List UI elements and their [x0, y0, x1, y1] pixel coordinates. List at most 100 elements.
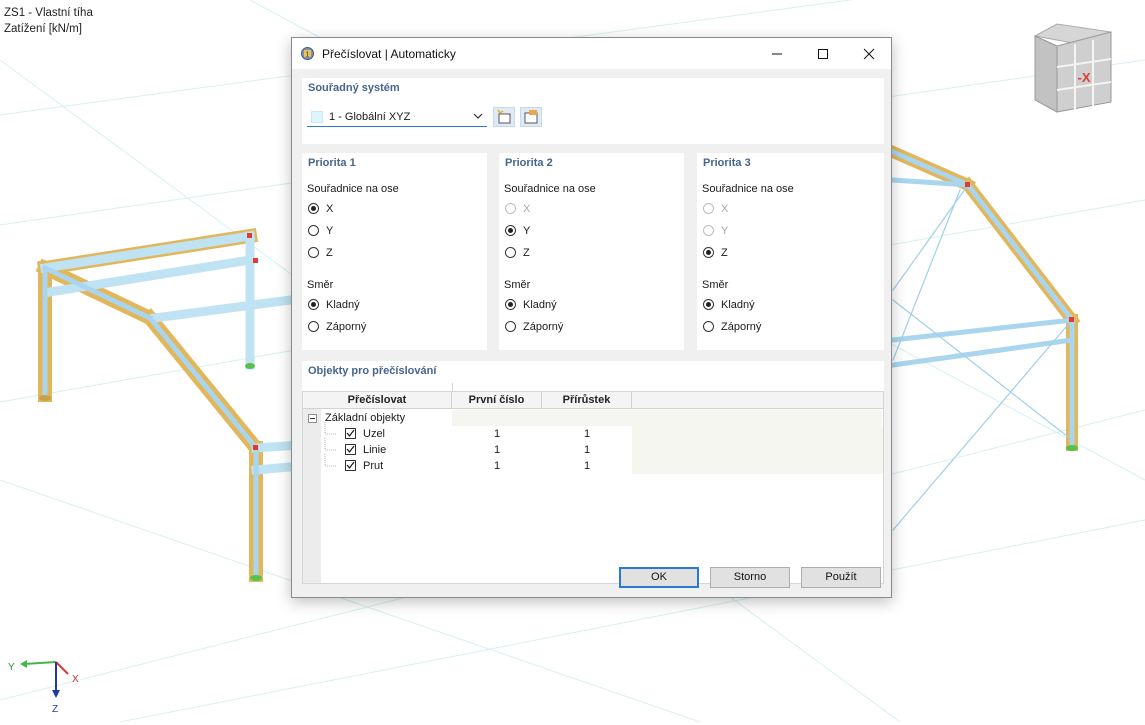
priority-2-axis-z-label: Z: [523, 247, 530, 259]
edit-coord-system-button[interactable]: [520, 107, 542, 127]
coord-system-value: 1 - Globální XYZ: [329, 111, 411, 123]
priority-3-axis-x-radio: [703, 203, 714, 214]
objects-header-strip: [302, 381, 884, 391]
axis-y-label: Y: [8, 662, 15, 673]
objects-table: Přečíslovat První číslo Přírůstek Základ…: [302, 383, 884, 584]
load-case-info: ZS1 - Vlastní tíha Zatížení [kN/m]: [4, 5, 93, 37]
maximize-button[interactable]: [800, 38, 846, 69]
objects-panel-header: Objekty pro přečíslování: [302, 361, 884, 381]
priority-1-axis-z-label: Z: [326, 247, 333, 259]
uzel-checkbox[interactable]: [345, 428, 356, 439]
priority-3-axis-label: Souřadnice na ose: [702, 183, 794, 195]
priority-1-axis-label: Souřadnice na ose: [307, 183, 399, 195]
row-name: Linie: [363, 444, 387, 456]
table-row[interactable]: Prut 1 1: [303, 454, 883, 474]
priority-3-axis-x-label: X: [721, 203, 729, 215]
close-icon: [863, 48, 875, 59]
priority-3-axis-y-radio: [703, 225, 714, 236]
priority-1-axis-x-label: X: [326, 203, 334, 215]
axis-triad: Y X Z: [0, 650, 100, 722]
priority-3-negative-radio[interactable]: [703, 321, 714, 332]
priority-2-positive-radio[interactable]: [505, 299, 516, 310]
coord-system-panel: Souřadný systém 1 - Globální XYZ: [302, 78, 884, 144]
viewcube-face-label: -X: [1078, 70, 1091, 85]
priority-3-positive-label: Kladný: [721, 299, 755, 311]
column-header-renumber[interactable]: Přečíslovat: [303, 392, 452, 409]
tree-connector: [324, 454, 337, 467]
row-increment[interactable]: 1: [542, 426, 632, 442]
priority-3-axis-z-label: Z: [721, 247, 728, 259]
priority-3-direction-label: Směr: [702, 279, 729, 291]
linie-checkbox[interactable]: [345, 444, 356, 455]
priority-1-panel: Priorita 1 Souřadnice na ose X Y Z Směr …: [302, 153, 487, 350]
priority-1-axis-y-label: Y: [326, 225, 334, 237]
dialog-titlebar[interactable]: 1 Přečíslovat | Automaticky: [292, 38, 891, 69]
table-row[interactable]: Linie 1 1: [303, 438, 883, 458]
priority-2-axis-z-radio[interactable]: [505, 247, 516, 258]
coord-system-swatch: [311, 111, 323, 123]
renumber-icon: 1: [300, 46, 315, 61]
priority-2-title: Priorita 2: [505, 157, 553, 169]
axis-x-label: X: [72, 674, 79, 685]
new-coord-system-icon: [497, 109, 511, 124]
prut-checkbox[interactable]: [345, 460, 356, 471]
priority-3-axis-z-radio[interactable]: [703, 247, 714, 258]
load-case-label: ZS1 - Vlastní tíha: [4, 7, 93, 19]
priority-1-axis-y-radio[interactable]: [308, 225, 319, 236]
priority-2-positive-label: Kladný: [523, 299, 557, 311]
minimize-icon: [772, 53, 782, 54]
minimize-button[interactable]: [754, 38, 800, 69]
priority-1-axis-x-radio[interactable]: [308, 203, 319, 214]
column-header-increment[interactable]: Přírůstek: [542, 392, 632, 409]
priority-2-axis-y-label: Y: [523, 225, 531, 237]
priority-1-title: Priorita 1: [308, 157, 356, 169]
priority-3-negative-label: Záporný: [721, 321, 762, 333]
row-first-number[interactable]: 1: [452, 442, 542, 458]
view-cube[interactable]: -X: [1031, 22, 1113, 120]
priority-2-axis-x-label: X: [523, 203, 531, 215]
priority-2-panel: Priorita 2 Souřadnice na ose X Y Z Směr …: [499, 153, 684, 350]
chevron-down-icon: [473, 113, 483, 119]
row-increment[interactable]: 1: [542, 458, 632, 474]
priority-1-negative-radio[interactable]: [308, 321, 319, 332]
priority-2-negative-radio[interactable]: [505, 321, 516, 332]
dialog-title: Přečíslovat | Automaticky: [322, 47, 456, 61]
priority-3-axis-y-label: Y: [721, 225, 729, 237]
axis-z-label: Z: [52, 704, 58, 715]
maximize-icon: [818, 48, 828, 59]
renumber-dialog: 1 Přečíslovat | Automaticky Souřadný sys…: [291, 37, 892, 598]
priority-2-negative-label: Záporný: [523, 321, 564, 333]
new-coord-system-button[interactable]: [493, 107, 515, 127]
priority-2-axis-x-radio: [505, 203, 516, 214]
close-button[interactable]: [846, 38, 892, 69]
column-header-empty: [632, 392, 883, 409]
objects-title: Objekty pro přečíslování: [308, 365, 437, 377]
priority-1-negative-label: Záporný: [326, 321, 367, 333]
coord-system-title: Souřadný systém: [308, 82, 400, 94]
ok-button[interactable]: OK: [619, 567, 699, 588]
load-unit-label: Zatížení [kN/m]: [4, 23, 82, 35]
row-increment[interactable]: 1: [542, 442, 632, 458]
priority-2-direction-label: Směr: [504, 279, 531, 291]
collapse-icon[interactable]: [308, 414, 317, 423]
priority-3-title: Priorita 3: [703, 157, 751, 169]
coord-system-select[interactable]: 1 - Globální XYZ: [307, 107, 487, 127]
priority-1-direction-label: Směr: [307, 279, 334, 291]
tree-group-row[interactable]: Základní objekty: [303, 410, 883, 426]
priority-3-positive-radio[interactable]: [703, 299, 714, 310]
priority-2-axis-y-radio[interactable]: [505, 225, 516, 236]
cancel-button[interactable]: Storno: [710, 567, 790, 588]
row-first-number[interactable]: 1: [452, 426, 542, 442]
edit-coord-system-icon: [524, 110, 538, 124]
row-first-number[interactable]: 1: [452, 458, 542, 474]
priority-3-panel: Priorita 3 Souřadnice na ose X Y Z Směr …: [697, 153, 884, 350]
svg-text:1: 1: [306, 52, 310, 59]
column-header-first-number[interactable]: První číslo: [452, 392, 542, 409]
priority-1-positive-label: Kladný: [326, 299, 360, 311]
priority-1-axis-z-radio[interactable]: [308, 247, 319, 258]
priority-2-axis-label: Souřadnice na ose: [504, 183, 596, 195]
priority-1-positive-radio[interactable]: [308, 299, 319, 310]
apply-button[interactable]: Použít: [801, 567, 881, 588]
table-row[interactable]: Uzel 1 1: [303, 422, 883, 442]
row-name: Prut: [363, 460, 384, 472]
